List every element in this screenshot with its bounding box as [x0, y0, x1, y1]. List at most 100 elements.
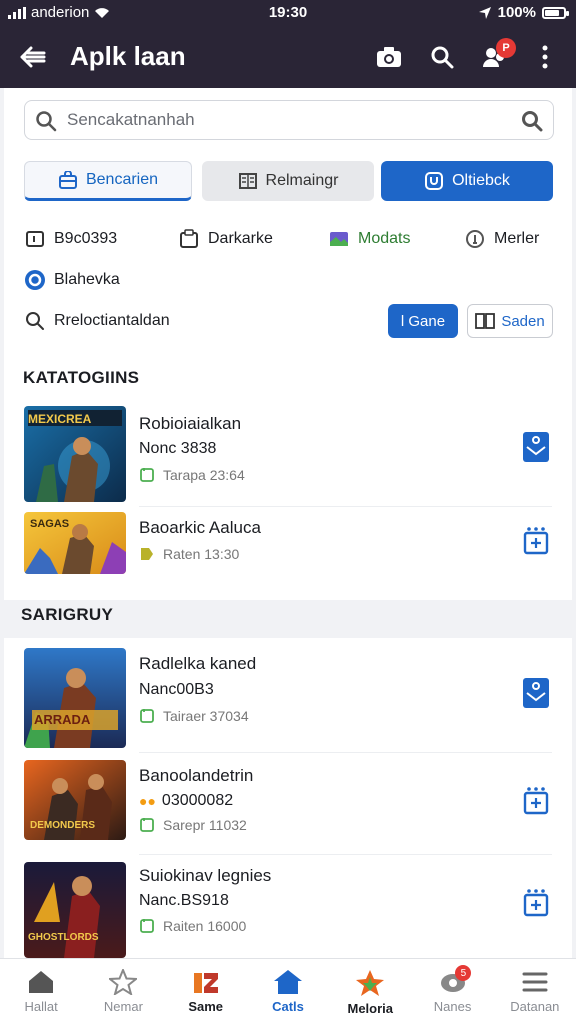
- camera-button[interactable]: [372, 40, 406, 74]
- bottom-navigation: Hallat Nemar Same Catls Meloria 5 Nanes …: [0, 958, 576, 1024]
- filter-relmaingr-button[interactable]: Relmaingr: [202, 161, 374, 201]
- search-submit-icon[interactable]: [521, 110, 543, 132]
- filter-oltiebck-label: Oltiebck: [452, 172, 510, 189]
- tag-icon: [141, 548, 153, 560]
- divider: [139, 752, 552, 753]
- home-filled-icon: [273, 970, 302, 994]
- more-options-button[interactable]: [528, 40, 562, 74]
- sarigruy-list: ARRADA Radlelka kaned Nanc00B3 Tairaer 3…: [4, 638, 572, 958]
- game-thumbnail: [24, 862, 126, 958]
- nav-badge: 5: [455, 965, 472, 981]
- nav-meloria[interactable]: Meloria: [329, 959, 411, 1024]
- camera-icon: [377, 47, 401, 67]
- game-logo-icon: [193, 973, 218, 993]
- thumbnail-text: MEXICREA: [28, 412, 92, 426]
- filter-relmaingr-label: Relmaingr: [265, 172, 339, 189]
- quick-link-merler[interactable]: Merler: [464, 228, 539, 250]
- item-title: Robioiaialkan: [139, 414, 242, 433]
- bookmark-button[interactable]: [522, 678, 550, 708]
- shield-icon: [425, 172, 444, 190]
- thumbnail-text: GHOSTLORDS: [28, 932, 99, 943]
- item-meta-text: Sarepr 11032: [163, 817, 247, 833]
- notifications-button[interactable]: P: [478, 38, 516, 74]
- nav-datanan[interactable]: Datanan: [494, 959, 576, 1024]
- thumbnail-text: DEMONDERS: [30, 820, 96, 831]
- item-meta: Raiten 16000: [139, 918, 246, 934]
- calendar-icon: [140, 709, 154, 723]
- sort-relevance-label: Rreloctiantaldan: [54, 312, 170, 329]
- sort-relevance[interactable]: Rreloctiantaldan: [24, 310, 170, 332]
- thumbnail-text: ARRADA: [34, 712, 91, 727]
- app-bar: Aplk laan P: [0, 26, 576, 88]
- search-bar: [24, 100, 554, 140]
- nav-hallat[interactable]: Hallat: [0, 959, 82, 1024]
- game-tile-icon: [330, 232, 348, 246]
- list-item[interactable]: SAGAS Baoarkic Aaluca Raten 13:30: [4, 508, 572, 578]
- bookmark-button[interactable]: [522, 432, 550, 462]
- status-bar: anderion 19:30 100%: [0, 0, 576, 26]
- quick-link-modats[interactable]: Modats: [328, 228, 410, 250]
- columns-icon: [475, 313, 496, 329]
- quick-link-code[interactable]: B9c0393: [24, 228, 117, 250]
- search-button[interactable]: [425, 40, 459, 74]
- nav-catls[interactable]: Catls: [247, 959, 329, 1024]
- game-button-label: l Gane: [400, 312, 446, 330]
- saden-button[interactable]: Saden: [467, 304, 553, 338]
- location-icon: [478, 6, 491, 19]
- back-button[interactable]: [16, 40, 50, 74]
- search-icon: [431, 46, 454, 69]
- shazam-icon: [25, 270, 45, 290]
- nav-same[interactable]: Same: [165, 959, 247, 1024]
- search-input[interactable]: [67, 107, 497, 133]
- nav-label: Meloria: [347, 1001, 394, 1016]
- list-item[interactable]: GHOSTLORDS Suiokinav legnies Nanc.BS918 …: [4, 856, 572, 958]
- item-subtitle-row: ●● 03000082: [139, 792, 233, 810]
- quick-link-blahevka[interactable]: Blahevka: [24, 269, 120, 291]
- calendar-button[interactable]: [522, 888, 550, 918]
- calendar-icon: [140, 468, 154, 482]
- calendar-button[interactable]: [522, 786, 550, 816]
- nav-label: Datanan: [510, 999, 560, 1014]
- item-title: Baoarkic Aaluca: [139, 518, 261, 537]
- quick-link-code-label: B9c0393: [54, 230, 118, 247]
- book-icon: [238, 173, 257, 189]
- bookmark-filled-icon: [523, 432, 549, 462]
- filter-oltiebck-button[interactable]: Oltiebck: [381, 161, 553, 201]
- search-icon: [26, 312, 44, 330]
- calendar-button[interactable]: [522, 526, 550, 556]
- nav-label: Same: [188, 999, 224, 1014]
- list-item[interactable]: ARRADA Radlelka kaned Nanc00B3 Tairaer 3…: [4, 638, 572, 752]
- item-subtitle: Nonc 3838: [139, 440, 217, 457]
- quick-link-modats-label: Modats: [358, 230, 411, 247]
- game-thumbnail: [24, 648, 126, 748]
- list-item[interactable]: DEMONDERS Banoolandetrin ●● 03000082 Sar…: [4, 754, 572, 858]
- quick-link-blahevka-label: Blahevka: [54, 271, 120, 288]
- back-arrow-icon: [20, 46, 46, 68]
- quick-link-darkarke[interactable]: Darkarke: [178, 228, 273, 250]
- nav-nanes[interactable]: 5 Nanes: [411, 959, 493, 1024]
- clipboard-icon: [180, 229, 198, 248]
- game-button[interactable]: l Gane: [388, 304, 458, 338]
- item-meta: Raten 13:30: [139, 546, 239, 562]
- list-item[interactable]: MEXICREA Robioiaialkan Nonc 3838 Tarapa …: [4, 400, 572, 506]
- bookmark-filled-icon: [523, 678, 549, 708]
- item-title: Radlelka kaned: [139, 654, 257, 673]
- more-vert-icon: [542, 45, 548, 69]
- item-meta-text: Raten 13:30: [163, 546, 240, 562]
- filter-bencarien-button[interactable]: Bencarien: [24, 161, 192, 201]
- nav-label: Nemar: [103, 999, 143, 1014]
- categories-list: MEXICREA Robioiaialkan Nonc 3838 Tarapa …: [4, 400, 572, 598]
- battery-percent: 100%: [497, 4, 536, 21]
- dots-icon: ●●: [139, 793, 156, 809]
- item-title: Banoolandetrin: [139, 766, 254, 785]
- nav-nemar[interactable]: Nemar: [82, 959, 164, 1024]
- filter-bencarien-label: Bencarien: [85, 171, 159, 188]
- saden-button-label: Saden: [501, 312, 545, 330]
- notification-badge: P: [496, 38, 516, 58]
- calendar-add-icon: [523, 527, 549, 555]
- square-icon: [26, 231, 44, 247]
- nav-label: Hallat: [24, 999, 58, 1014]
- menu-icon: [522, 972, 548, 992]
- section-title-categories: KATATOGIINS: [23, 368, 140, 387]
- item-meta-text: Tairaer 37034: [163, 708, 249, 724]
